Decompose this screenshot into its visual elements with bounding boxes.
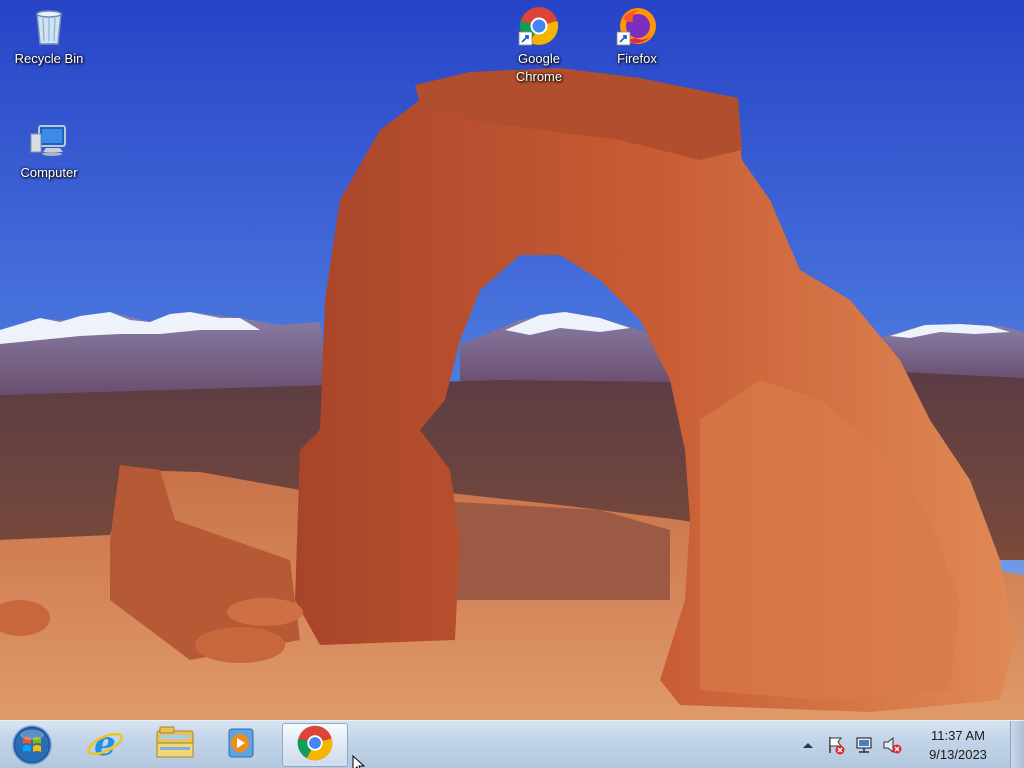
taskbar-internet-explorer-button[interactable]: e <box>74 723 136 767</box>
start-button[interactable] <box>8 724 56 766</box>
recycle-bin-shortcut[interactable]: Recycle Bin <box>9 4 89 68</box>
svg-text:e: e <box>94 724 116 763</box>
taskbar-windows-explorer-button[interactable] <box>144 723 206 767</box>
desktop-icon-label: Firefox <box>617 51 657 66</box>
computer-icon <box>27 118 71 162</box>
taskbar-media-player-button[interactable] <box>210 723 272 767</box>
show-desktop-button[interactable] <box>1010 721 1024 768</box>
network-icon[interactable] <box>854 735 874 755</box>
desktop-icon-label: Computer <box>20 165 78 180</box>
google-chrome-shortcut[interactable]: Google Chrome <box>499 4 579 86</box>
taskbar: e 11:37 AM 9/13/2023 <box>0 720 1024 768</box>
computer-shortcut[interactable]: Computer <box>9 118 89 182</box>
desktop[interactable]: Recycle Bin Computer Google Chrome Firef… <box>0 0 1024 768</box>
clock-date: 9/13/2023 <box>929 747 987 762</box>
media-player-icon <box>223 725 259 766</box>
action-center-flag-icon[interactable] <box>826 735 846 755</box>
recycle-bin-icon <box>27 4 71 48</box>
chrome-shortcut-icon <box>517 4 561 48</box>
taskbar-google-chrome-button[interactable] <box>282 723 348 767</box>
desktop-icon-label: Google Chrome <box>515 51 563 84</box>
show-hidden-icons-chevron[interactable] <box>798 735 818 755</box>
firefox-shortcut-icon <box>615 4 659 48</box>
firefox-shortcut[interactable]: Firefox <box>597 4 677 68</box>
internet-explorer-icon: e <box>85 723 125 768</box>
windows-start-orb-icon <box>8 725 56 768</box>
taskbar-clock[interactable]: 11:37 AM 9/13/2023 <box>918 726 998 764</box>
clock-time: 11:37 AM <box>931 728 985 743</box>
file-explorer-icon <box>154 723 196 768</box>
desktop-icon-label: Recycle Bin <box>14 51 84 66</box>
volume-muted-icon[interactable] <box>882 735 902 755</box>
desktop-wallpaper <box>0 0 1024 720</box>
chrome-icon <box>295 723 335 768</box>
system-tray: 11:37 AM 9/13/2023 <box>794 721 1004 768</box>
